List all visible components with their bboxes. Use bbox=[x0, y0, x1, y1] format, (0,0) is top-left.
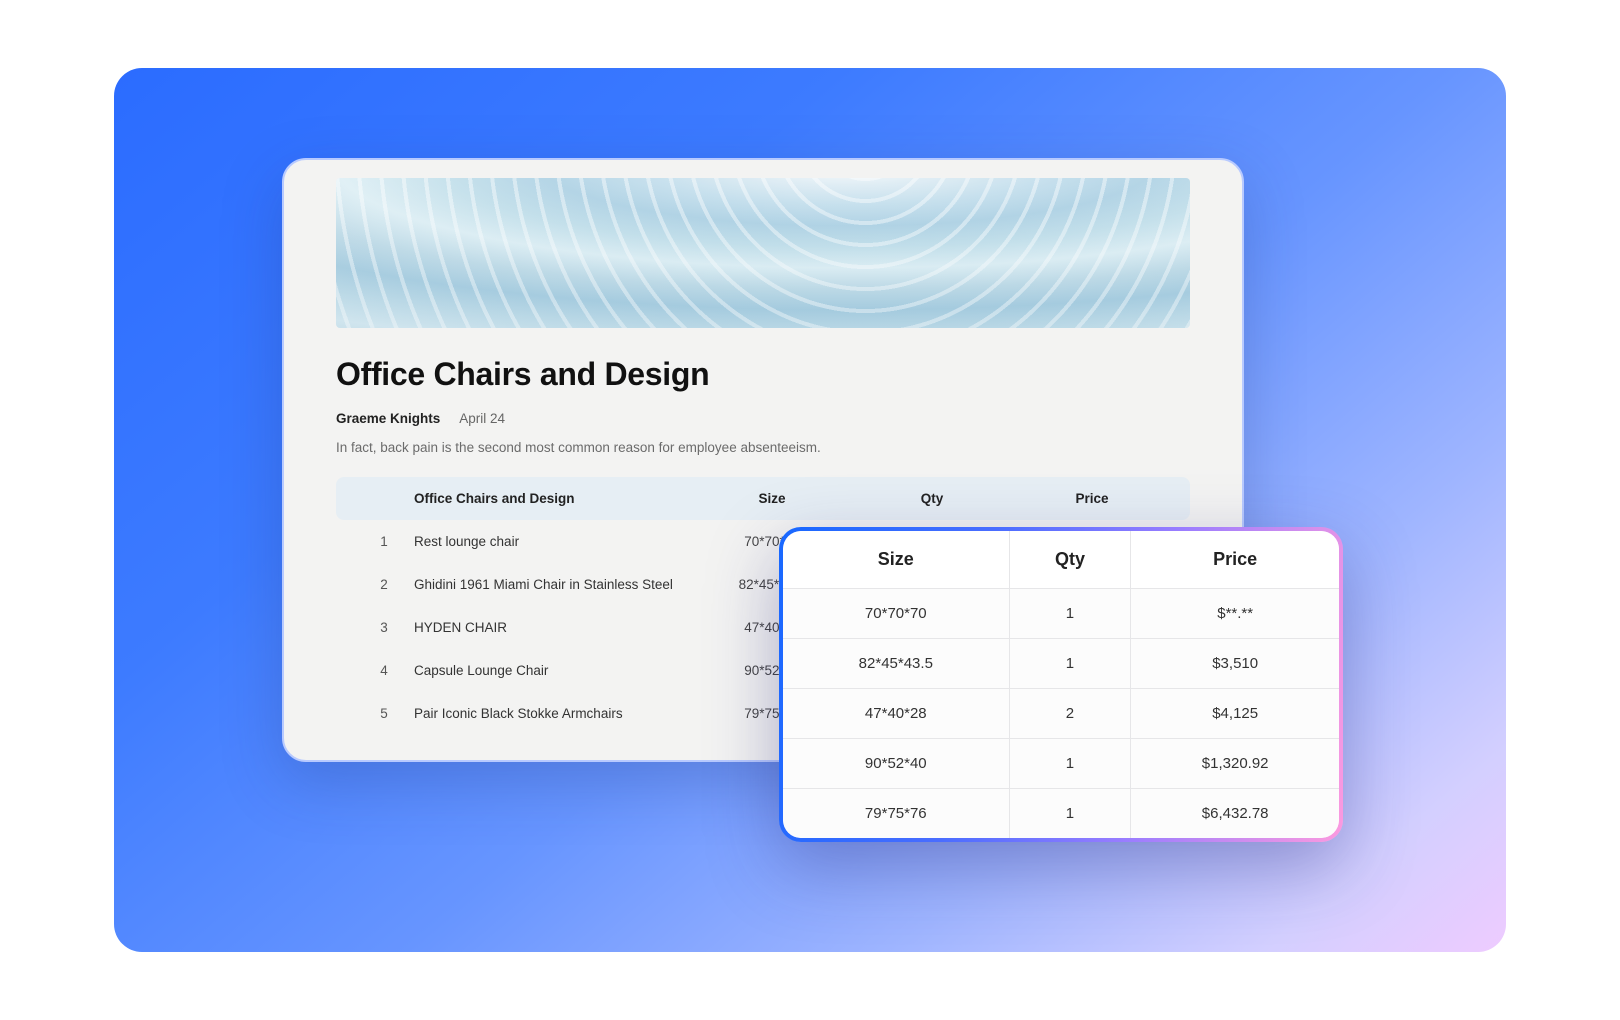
page-title: Office Chairs and Design bbox=[336, 356, 1190, 393]
detail-price: $**.** bbox=[1131, 589, 1339, 639]
row-index: 4 bbox=[354, 663, 414, 678]
col-price: Price bbox=[1012, 491, 1172, 506]
col-qty: Qty bbox=[852, 491, 1012, 506]
row-name: Ghidini 1961 Miami Chair in Stainless St… bbox=[414, 577, 692, 592]
detail-size: 47*40*28 bbox=[783, 689, 1009, 739]
row-index: 2 bbox=[354, 577, 414, 592]
detail-row: 90*52*40 1 $1,320.92 bbox=[783, 739, 1339, 789]
detail-size: 70*70*70 bbox=[783, 589, 1009, 639]
col-name: Office Chairs and Design bbox=[414, 491, 692, 506]
row-name: HYDEN CHAIR bbox=[414, 620, 692, 635]
detail-qty: 1 bbox=[1009, 639, 1131, 689]
publish-date: April 24 bbox=[459, 411, 505, 426]
detail-col-price: Price bbox=[1131, 531, 1339, 589]
table-header-row: Office Chairs and Design Size Qty Price bbox=[336, 477, 1190, 520]
row-index: 1 bbox=[354, 534, 414, 549]
detail-row: 70*70*70 1 $**.** bbox=[783, 589, 1339, 639]
row-name: Rest lounge chair bbox=[414, 534, 692, 549]
byline: Graeme Knights April 24 bbox=[336, 411, 1190, 426]
detail-col-qty: Qty bbox=[1009, 531, 1131, 589]
detail-header-row: Size Qty Price bbox=[783, 531, 1339, 589]
col-size: Size bbox=[692, 491, 852, 506]
row-name: Pair Iconic Black Stokke Armchairs bbox=[414, 706, 692, 721]
detail-col-size: Size bbox=[783, 531, 1009, 589]
detail-card-inner: Size Qty Price 70*70*70 1 $**.** 82*45*4… bbox=[783, 531, 1339, 838]
detail-size: 90*52*40 bbox=[783, 739, 1009, 789]
detail-row: 47*40*28 2 $4,125 bbox=[783, 689, 1339, 739]
detail-price: $6,432.78 bbox=[1131, 789, 1339, 839]
detail-row: 79*75*76 1 $6,432.78 bbox=[783, 789, 1339, 839]
detail-table: Size Qty Price 70*70*70 1 $**.** 82*45*4… bbox=[783, 531, 1339, 838]
detail-qty: 1 bbox=[1009, 789, 1131, 839]
detail-card: Size Qty Price 70*70*70 1 $**.** 82*45*4… bbox=[779, 527, 1343, 842]
cover-image bbox=[336, 178, 1190, 328]
row-index: 5 bbox=[354, 706, 414, 721]
detail-row: 82*45*43.5 1 $3,510 bbox=[783, 639, 1339, 689]
detail-size: 82*45*43.5 bbox=[783, 639, 1009, 689]
subtitle: In fact, back pain is the second most co… bbox=[336, 440, 1190, 455]
row-index: 3 bbox=[354, 620, 414, 635]
detail-qty: 1 bbox=[1009, 589, 1131, 639]
detail-price: $4,125 bbox=[1131, 689, 1339, 739]
row-name: Capsule Lounge Chair bbox=[414, 663, 692, 678]
author: Graeme Knights bbox=[336, 411, 440, 426]
detail-qty: 1 bbox=[1009, 739, 1131, 789]
detail-price: $3,510 bbox=[1131, 639, 1339, 689]
detail-price: $1,320.92 bbox=[1131, 739, 1339, 789]
stage: Office Chairs and Design Graeme Knights … bbox=[114, 68, 1506, 952]
detail-qty: 2 bbox=[1009, 689, 1131, 739]
detail-size: 79*75*76 bbox=[783, 789, 1009, 839]
